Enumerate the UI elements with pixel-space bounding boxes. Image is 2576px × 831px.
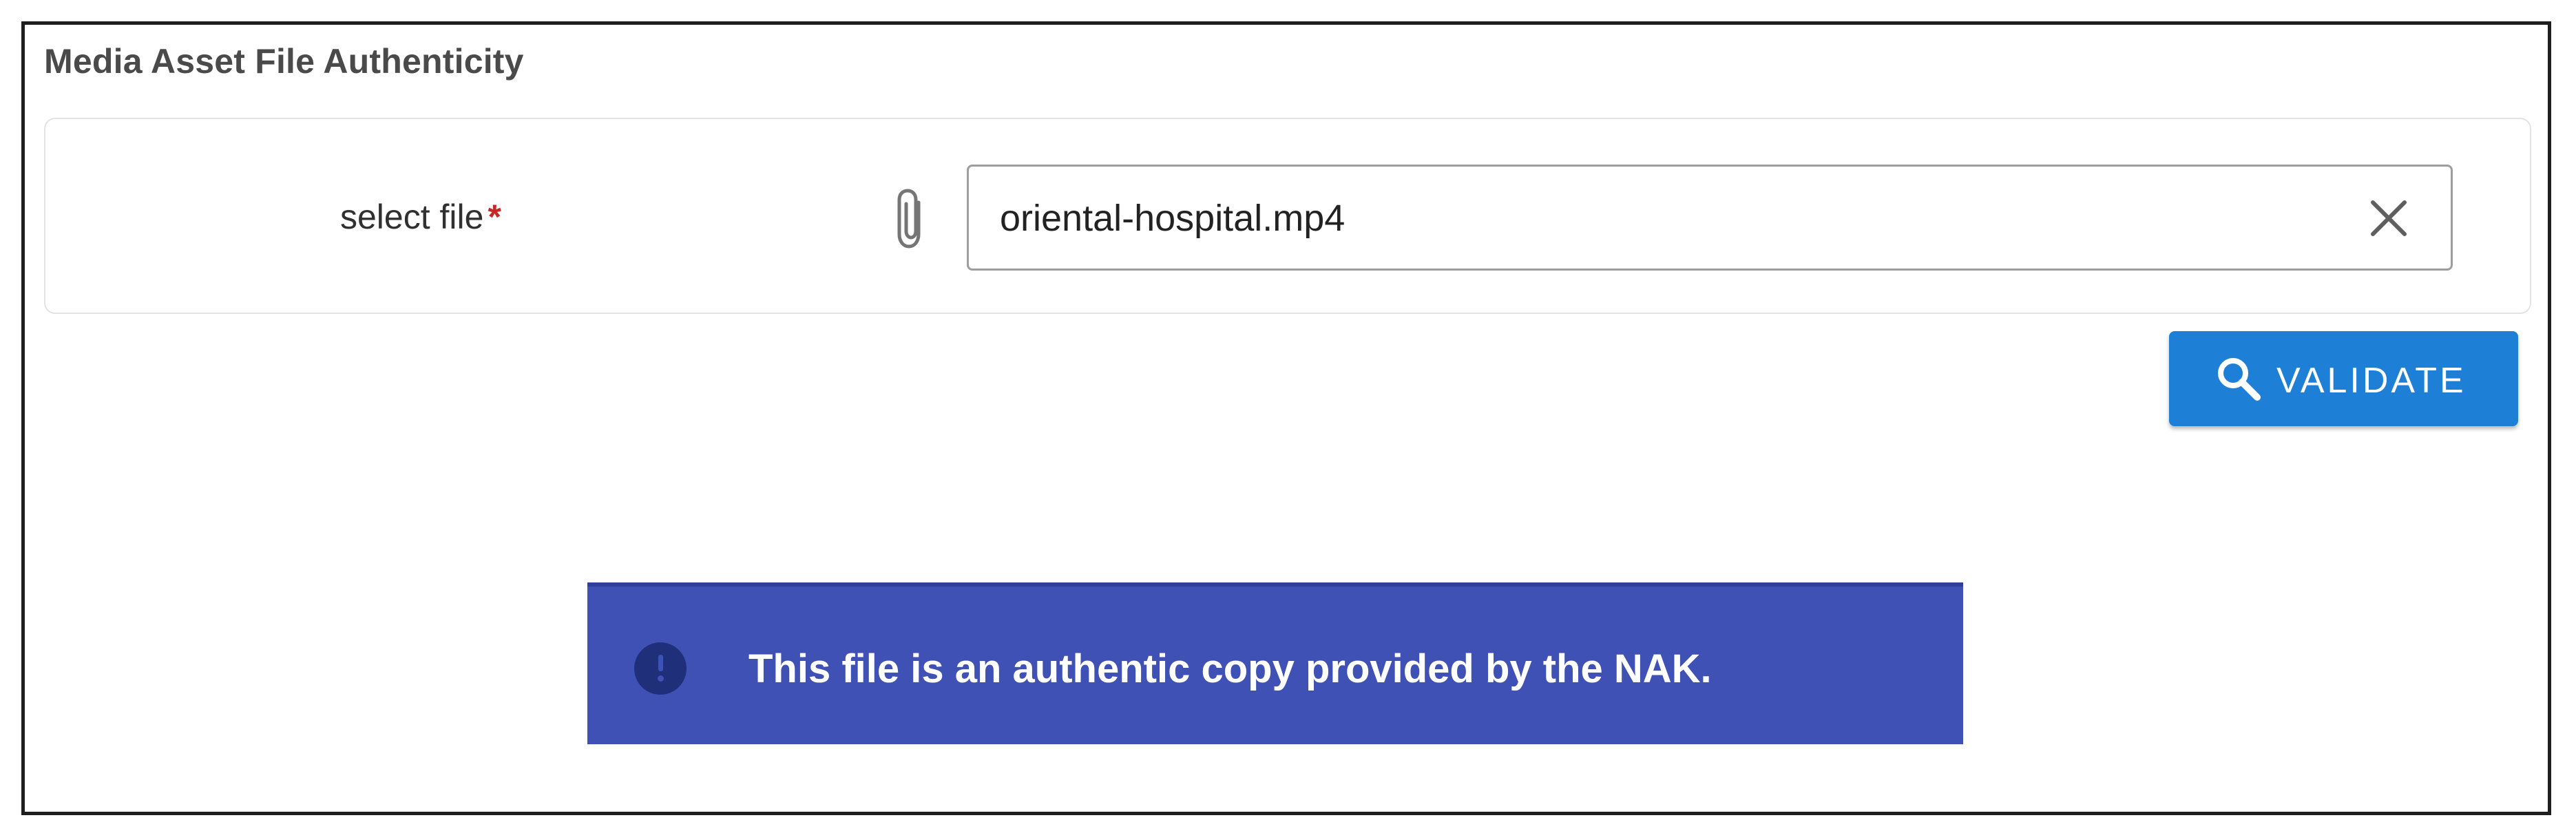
panel-title: Media Asset File Authenticity: [44, 42, 524, 81]
paperclip-icon[interactable]: [888, 186, 934, 252]
required-marker: *: [488, 198, 501, 236]
validate-button-label: VALIDATE: [2276, 361, 2467, 401]
select-file-label-text: select file: [340, 198, 484, 236]
select-file-label: select file *: [340, 197, 501, 237]
alert-message: This file is an authentic copy provided …: [748, 646, 1712, 691]
search-icon: [2218, 358, 2261, 401]
authenticity-alert: This file is an authentic copy provided …: [587, 582, 1963, 744]
info-icon: [634, 642, 687, 695]
file-input-value[interactable]: oriental-hospital.mp4: [1000, 197, 1345, 240]
validate-button[interactable]: VALIDATE: [2169, 331, 2518, 426]
close-icon[interactable]: [2367, 197, 2410, 240]
